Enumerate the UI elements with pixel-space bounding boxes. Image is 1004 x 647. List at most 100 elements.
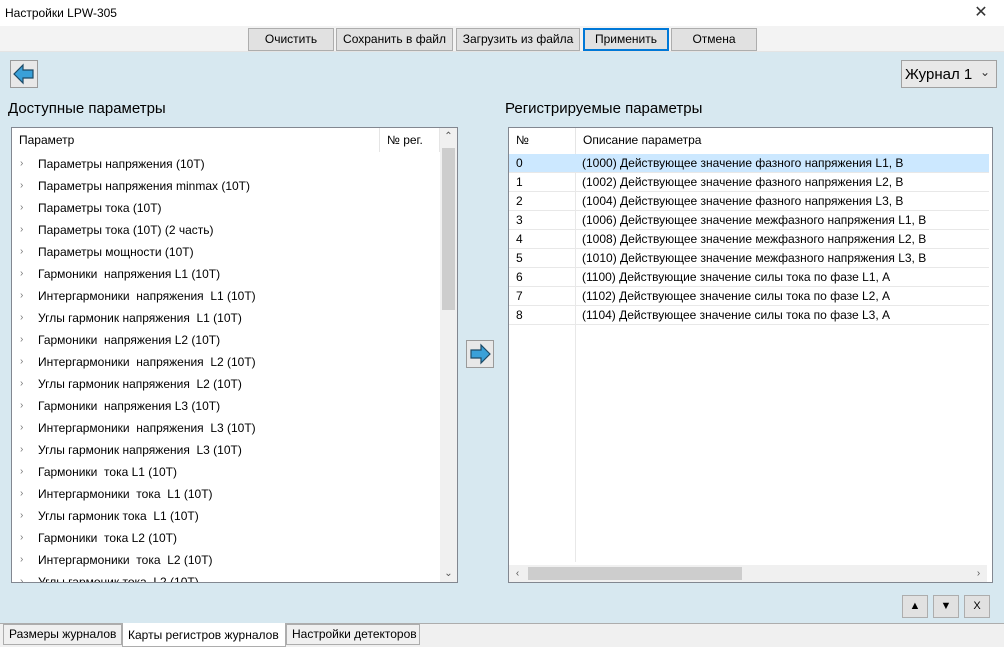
- chevron-right-icon[interactable]: ›: [20, 417, 23, 439]
- chevron-right-icon[interactable]: ›: [20, 395, 23, 417]
- column-header-desc[interactable]: Описание параметра: [576, 128, 992, 152]
- chevron-right-icon[interactable]: ›: [20, 483, 23, 505]
- remove-button[interactable]: X: [964, 595, 990, 618]
- move-up-button[interactable]: ▲: [902, 595, 928, 618]
- chevron-down-icon: ⌄: [979, 65, 990, 79]
- tree-item[interactable]: › Углы гармоник напряжения L2 (10Т): [12, 373, 438, 395]
- chevron-right-icon[interactable]: ›: [20, 373, 23, 395]
- tree-item-label: Интергармоники тока L2 (10Т): [38, 553, 213, 567]
- registered-params-table[interactable]: № Описание параметра 0 (1000) Действующее…: [508, 127, 993, 583]
- table-row[interactable]: 7 (1102) Действующее значение силы тока п…: [509, 287, 989, 306]
- table-row[interactable]: 3 (1006) Действующее значение межфазного …: [509, 211, 989, 230]
- available-params-title: Доступные параметры: [8, 100, 166, 117]
- main-area: Журнал 1 ⌄ Доступные параметры Регистрир…: [0, 52, 1004, 623]
- tab-bar: Размеры журналов Карты регистров журнало…: [0, 623, 1004, 647]
- tree-item-label: Углы гармоник напряжения L2 (10Т): [38, 377, 242, 391]
- apply-button[interactable]: Применить: [583, 28, 669, 51]
- load-from-file-button[interactable]: Загрузить из файла: [456, 28, 580, 51]
- available-params-tree[interactable]: Параметр № рег. › Параметры напряжения (1…: [11, 127, 458, 583]
- table-row[interactable]: 1 (1002) Действующее значение фазного нап…: [509, 173, 989, 192]
- chevron-right-icon[interactable]: ›: [20, 241, 23, 263]
- scroll-right-icon[interactable]: ›: [970, 565, 987, 582]
- tree-item[interactable]: › Углы гармоник тока L2 (10Т): [12, 571, 438, 583]
- tree-item[interactable]: › Углы гармоник напряжения L3 (10Т): [12, 439, 438, 461]
- registered-params-title: Регистрируемые параметры: [505, 100, 703, 117]
- row-description: (1008) Действующее значение межфазного н…: [582, 232, 927, 246]
- column-header-param[interactable]: Параметр: [12, 128, 380, 152]
- registered-horizontal-scrollbar[interactable]: ‹ ›: [509, 565, 987, 582]
- tree-item[interactable]: › Гармоники напряжения L3 (10Т): [12, 395, 438, 417]
- tree-list: › Параметры напряжения (10Т) › Параметры на…: [12, 153, 440, 583]
- toolbar: Очистить Сохранить в файл Загрузить из ф…: [0, 26, 1004, 52]
- chevron-right-icon[interactable]: ›: [20, 351, 23, 373]
- save-to-file-button[interactable]: Сохранить в файл: [336, 28, 453, 51]
- journal-select[interactable]: Журнал 1 ⌄: [901, 60, 997, 88]
- chevron-right-icon[interactable]: ›: [20, 571, 23, 582]
- tab-register-maps[interactable]: Карты регистров журналов: [122, 623, 286, 647]
- tree-item[interactable]: › Гармоники напряжения L2 (10Т): [12, 329, 438, 351]
- chevron-right-icon[interactable]: ›: [20, 527, 23, 549]
- chevron-right-icon[interactable]: ›: [20, 197, 23, 219]
- table-row[interactable]: 5 (1010) Действующее значение межфазного …: [509, 249, 989, 268]
- back-button[interactable]: [10, 60, 38, 88]
- chevron-right-icon[interactable]: ›: [20, 307, 23, 329]
- table-row[interactable]: 6 (1100) Действующие значение силы тока п…: [509, 268, 989, 287]
- table-row[interactable]: 0 (1000) Действующее значение фазного нап…: [509, 154, 989, 173]
- tree-item[interactable]: › Гармоники напряжения L1 (10Т): [12, 263, 438, 285]
- tree-item[interactable]: › Гармоники тока L1 (10Т): [12, 461, 438, 483]
- tree-item-label: Гармоники тока L1 (10Т): [38, 465, 177, 479]
- tree-item[interactable]: › Параметры напряжения minmax (10Т): [12, 175, 438, 197]
- close-icon[interactable]: ✕: [958, 0, 1004, 26]
- tree-item[interactable]: › Интергармоники тока L1 (10Т): [12, 483, 438, 505]
- tree-item[interactable]: › Углы гармоник напряжения L1 (10Т): [12, 307, 438, 329]
- tree-item-label: Параметры тока (10Т): [38, 201, 162, 215]
- scroll-up-icon[interactable]: ⌃: [440, 128, 457, 145]
- chevron-right-icon[interactable]: ›: [20, 175, 23, 197]
- chevron-right-icon[interactable]: ›: [20, 219, 23, 241]
- tree-item[interactable]: › Параметры тока (10Т): [12, 197, 438, 219]
- chevron-right-icon[interactable]: ›: [20, 439, 23, 461]
- tree-vertical-scrollbar[interactable]: ⌃ ⌄: [440, 128, 457, 582]
- row-description: (1000) Действующее значение фазного напр…: [582, 156, 904, 170]
- table-row[interactable]: 8 (1104) Действующее значение силы тока п…: [509, 306, 989, 325]
- tree-item[interactable]: › Параметры напряжения (10Т): [12, 153, 438, 175]
- tree-item-label: Углы гармоник напряжения L1 (10Т): [38, 311, 242, 325]
- table-row[interactable]: 4 (1008) Действующее значение межфазного …: [509, 230, 989, 249]
- chevron-right-icon[interactable]: ›: [20, 549, 23, 571]
- chevron-right-icon[interactable]: ›: [20, 329, 23, 351]
- row-number: 1: [516, 175, 523, 189]
- row-number: 5: [516, 251, 523, 265]
- row-number: 7: [516, 289, 523, 303]
- tree-item[interactable]: › Гармоники тока L2 (10Т): [12, 527, 438, 549]
- add-to-registered-button[interactable]: [466, 340, 494, 368]
- chevron-right-icon[interactable]: ›: [20, 263, 23, 285]
- horizontal-scroll-thumb[interactable]: [528, 567, 742, 580]
- row-description: (1002) Действующее значение фазного напр…: [582, 175, 904, 189]
- clear-button[interactable]: Очистить: [248, 28, 334, 51]
- tree-item-label: Углы гармоник тока L2 (10Т): [38, 575, 199, 583]
- tree-item[interactable]: › Углы гармоник тока L1 (10Т): [12, 505, 438, 527]
- tab-detector-settings[interactable]: Настройки детекторов: [286, 624, 420, 645]
- tree-item[interactable]: › Интергармоники напряжения L2 (10Т): [12, 351, 438, 373]
- tab-journal-sizes[interactable]: Размеры журналов: [3, 624, 122, 645]
- tree-item[interactable]: › Интергармоники напряжения L3 (10Т): [12, 417, 438, 439]
- table-row[interactable]: 2 (1004) Действующее значение фазного нап…: [509, 192, 989, 211]
- scroll-left-icon[interactable]: ‹: [509, 565, 526, 582]
- scroll-down-icon[interactable]: ⌄: [440, 565, 457, 582]
- chevron-right-icon[interactable]: ›: [20, 285, 23, 307]
- tree-item[interactable]: › Параметры тока (10Т) (2 часть): [12, 219, 438, 241]
- tree-item[interactable]: › Интергармоники напряжения L1 (10Т): [12, 285, 438, 307]
- chevron-right-icon[interactable]: ›: [20, 153, 23, 175]
- tree-item-label: Параметры мощности (10Т): [38, 245, 194, 259]
- column-header-num[interactable]: №: [509, 128, 576, 152]
- tree-item-label: Интергармоники напряжения L2 (10Т): [38, 355, 256, 369]
- scroll-thumb[interactable]: [442, 148, 455, 310]
- move-down-button[interactable]: ▼: [933, 595, 959, 618]
- cancel-button[interactable]: Отмена: [671, 28, 757, 51]
- column-header-reg[interactable]: № рег.: [380, 128, 440, 152]
- chevron-right-icon[interactable]: ›: [20, 505, 23, 527]
- tree-item[interactable]: › Параметры мощности (10Т): [12, 241, 438, 263]
- tree-item[interactable]: › Интергармоники тока L2 (10Т): [12, 549, 438, 571]
- chevron-right-icon[interactable]: ›: [20, 461, 23, 483]
- tree-item-label: Интергармоники напряжения L1 (10Т): [38, 289, 256, 303]
